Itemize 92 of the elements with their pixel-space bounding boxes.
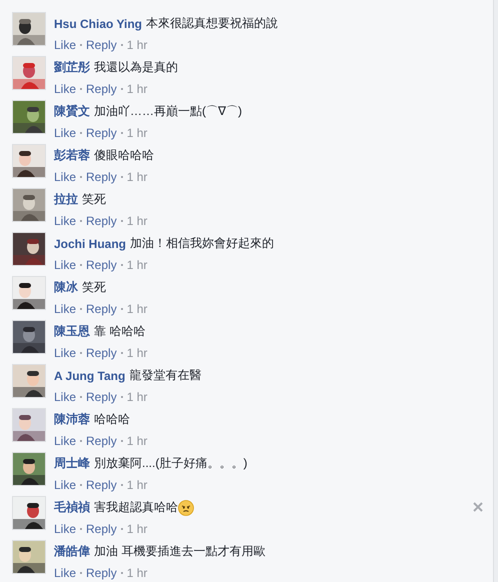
author-name[interactable]: Hsu Chiao Ying (54, 16, 142, 30)
comment-text: 靠 哈哈哈 (94, 323, 146, 340)
reply-link[interactable]: Reply (86, 82, 117, 96)
like-link[interactable]: Like (54, 258, 76, 272)
like-link[interactable]: Like (54, 566, 76, 580)
author-name[interactable]: Jochi Huang (54, 236, 126, 250)
separator-dot (120, 44, 123, 46)
like-link[interactable]: Like (54, 214, 76, 228)
reply-link[interactable]: Reply (86, 302, 117, 316)
separator-dot (80, 88, 82, 90)
comment-text: 我還以為是真的 (94, 59, 178, 76)
author-name[interactable]: 陳沛蓉 (54, 411, 90, 428)
separator-dot (80, 220, 82, 222)
timestamp[interactable]: 1 hr (126, 522, 148, 536)
timestamp[interactable]: 1 hr (126, 390, 148, 404)
timestamp[interactable]: 1 hr (126, 126, 148, 140)
timestamp[interactable]: 1 hr (126, 478, 148, 492)
separator-dot (120, 220, 123, 222)
separator-dot (120, 88, 123, 90)
separator-dot (120, 308, 123, 310)
author-name[interactable]: A Jung Tang (54, 368, 126, 382)
separator-dot (80, 308, 82, 310)
comment-text: 笑死 (82, 191, 106, 208)
reply-link[interactable]: Reply (86, 390, 117, 404)
reply-link[interactable]: Reply (86, 170, 117, 184)
comment-text: 龍發堂有在醫 (129, 367, 202, 384)
reply-link[interactable]: Reply (86, 478, 117, 492)
author-name[interactable]: 拉拉 (54, 191, 78, 208)
timestamp[interactable]: 1 hr (126, 214, 148, 228)
author-name[interactable]: 潘皓偉 (54, 543, 90, 560)
reply-link[interactable]: Reply (86, 258, 117, 272)
like-link[interactable]: Like (54, 434, 76, 448)
timestamp[interactable]: 1 hr (126, 258, 148, 272)
separator-dot (120, 264, 123, 266)
timestamp[interactable]: 1 hr (126, 82, 148, 96)
timestamp[interactable]: 1 hr (126, 170, 148, 184)
separator-dot (120, 440, 123, 442)
comment-text: 加油 耳機要插進去一點才有用歐 (94, 543, 266, 560)
separator-dot (120, 572, 123, 574)
comment-text: 笑死 (82, 279, 106, 296)
comment-text: 傻眼哈哈哈 (94, 147, 154, 164)
reply-link[interactable]: Reply (86, 38, 117, 52)
comment-text: 別放棄阿....(肚子好痛。。。) (94, 455, 248, 472)
separator-dot (120, 352, 123, 354)
author-name[interactable]: 陳冰 (54, 279, 78, 296)
reply-link[interactable]: Reply (86, 522, 117, 536)
timestamp[interactable]: 1 hr (126, 38, 148, 52)
comment-text: 害我超認真哈哈 (94, 499, 178, 516)
separator-dot (80, 352, 82, 354)
separator-dot (120, 484, 123, 486)
like-link[interactable]: Like (54, 82, 76, 96)
timestamp[interactable]: 1 hr (126, 346, 148, 360)
separator-dot (120, 176, 123, 178)
reply-link[interactable]: Reply (86, 126, 117, 140)
like-link[interactable]: Like (54, 478, 76, 492)
comment-text: 加油！相信我妳會好起來的 (130, 235, 274, 252)
comment-text: 本來很認真想要祝福的說 (146, 15, 278, 32)
like-link[interactable]: Like (54, 522, 76, 536)
separator-dot (80, 176, 82, 178)
like-link[interactable]: Like (54, 346, 76, 360)
separator-dot (80, 264, 82, 266)
separator-dot (80, 396, 82, 398)
reply-link[interactable]: Reply (86, 566, 117, 580)
comment-text: 哈哈哈 (94, 411, 130, 428)
comment-text: 加油吖……再巔一點(⌒∇⌒) (94, 103, 242, 120)
author-name[interactable]: 彭若蓉 (54, 147, 90, 164)
author-name[interactable]: 陳贇文 (54, 103, 90, 120)
like-link[interactable]: Like (54, 126, 76, 140)
like-link[interactable]: Like (54, 170, 76, 184)
like-link[interactable]: Like (54, 38, 76, 52)
separator-dot (120, 132, 123, 134)
separator-dot (80, 440, 82, 442)
like-link[interactable]: Like (54, 390, 76, 404)
close-icon[interactable] (473, 502, 483, 512)
reply-link[interactable]: Reply (86, 434, 117, 448)
reply-link[interactable]: Reply (86, 346, 117, 360)
author-name[interactable]: 劉芷彤 (54, 59, 90, 76)
timestamp[interactable]: 1 hr (126, 302, 148, 316)
separator-dot (80, 484, 82, 486)
author-name[interactable]: 毛禎禎 (54, 499, 90, 516)
like-link[interactable]: Like (54, 302, 76, 316)
separator-dot (80, 132, 82, 134)
reply-link[interactable]: Reply (86, 214, 117, 228)
separator-dot (80, 528, 82, 530)
separator-dot (120, 396, 123, 398)
timestamp[interactable]: 1 hr (126, 566, 148, 580)
timestamp[interactable]: 1 hr (126, 434, 148, 448)
author-name[interactable]: 周士峰 (54, 455, 90, 472)
separator-dot (80, 572, 82, 574)
separator-dot (120, 528, 123, 530)
author-name[interactable]: 陳玉恩 (54, 323, 90, 340)
separator-dot (80, 44, 82, 46)
